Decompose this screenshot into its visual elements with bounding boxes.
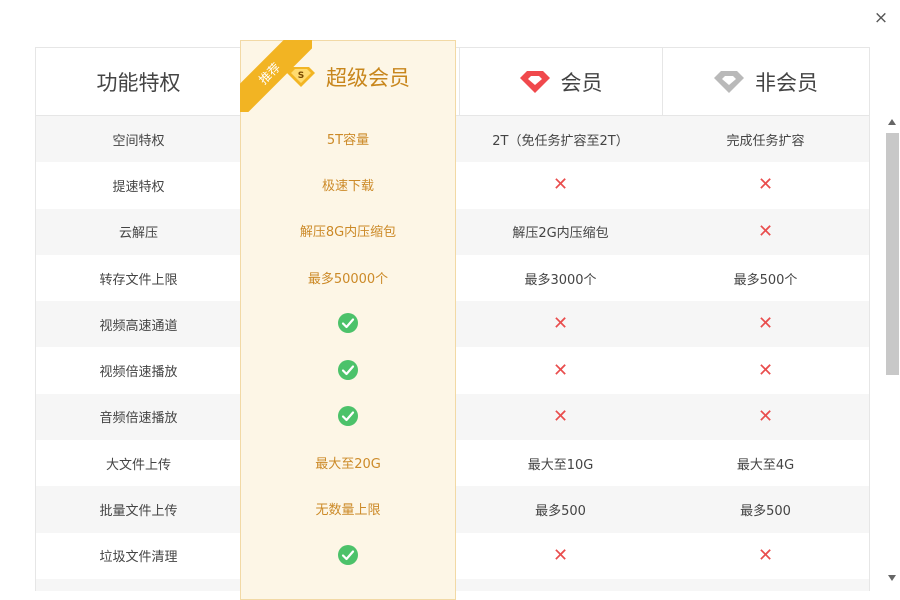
feature-cell: 音频倍速播放 — [99, 411, 178, 427]
non-member-cell: ✕ — [662, 533, 869, 579]
recommend-ribbon-label: 推荐 — [240, 40, 312, 112]
check-circle-icon — [338, 359, 358, 380]
super-cell — [240, 346, 456, 392]
vip-cell: ✕ — [459, 162, 662, 208]
vip-cell: 最多500 — [535, 504, 586, 520]
feature-cell: 批量文件上传 — [99, 504, 178, 520]
header-non-member-label: 非会员 — [755, 70, 818, 95]
vip-cell: 2T（免任务扩容至2T） — [492, 133, 629, 149]
cross-icon: ✕ — [757, 359, 774, 381]
check-circle-icon — [338, 313, 358, 334]
non-member-cell: 最多500 — [740, 504, 791, 520]
gray-gem-icon — [713, 70, 745, 94]
super-cell — [240, 393, 456, 439]
feature-cell: 垃圾文件清理 — [99, 550, 178, 566]
non-member-cell: ✕ — [662, 394, 869, 440]
cross-icon: ✕ — [552, 359, 569, 381]
vip-cell: ✕ — [459, 301, 662, 347]
super-member-cells: 5T容量 极速下载 解压8G内压缩包 最多50000个 最大至20G 无数量上限 — [240, 115, 456, 578]
close-icon[interactable]: × — [872, 8, 890, 28]
super-cell: 最大至20G — [315, 456, 381, 472]
super-cell: 最多50000个 — [307, 271, 389, 287]
cross-icon: ✕ — [552, 313, 569, 335]
feature-cell: 提速特权 — [112, 179, 165, 195]
vip-cell: 最多3000个 — [524, 272, 597, 288]
non-member-cell: 最大至4G — [736, 457, 795, 473]
vip-cell: ✕ — [459, 533, 662, 579]
non-member-cell: 完成任务扩容 — [726, 133, 805, 149]
recommend-ribbon: 推荐 — [240, 40, 312, 112]
feature-cell: 转存文件上限 — [99, 272, 178, 288]
super-cell: 5T容量 — [326, 132, 370, 148]
check-circle-icon — [338, 544, 358, 565]
non-member-cell: ✕ — [662, 162, 869, 208]
feature-cell: 视频高速通道 — [99, 318, 178, 334]
feature-cell: 空间特权 — [112, 133, 165, 149]
scrollbar-thumb[interactable] — [886, 133, 899, 375]
super-cell: 无数量上限 — [315, 503, 381, 519]
non-member-cell: ✕ — [662, 301, 869, 347]
header-non-member: 非会员 — [662, 48, 869, 115]
super-cell: 极速下载 — [321, 178, 374, 194]
check-circle-icon — [338, 405, 358, 426]
cross-icon: ✕ — [757, 174, 774, 196]
scroll-up-arrow-icon[interactable] — [888, 119, 896, 125]
vip-cell: 解压2G内压缩包 — [512, 226, 609, 242]
header-super-member-label: 超级会员 — [326, 66, 410, 90]
header-vip: 会员 — [459, 48, 662, 115]
cross-icon: ✕ — [552, 544, 569, 566]
super-cell — [240, 300, 456, 346]
feature-cell: 云解压 — [118, 226, 158, 242]
non-member-cell: 最多500个 — [733, 272, 798, 288]
vertical-scrollbar[interactable] — [885, 117, 900, 590]
scroll-down-arrow-icon[interactable] — [888, 575, 896, 581]
cross-icon: ✕ — [757, 544, 774, 566]
vip-cell: ✕ — [459, 347, 662, 393]
non-member-cell: ✕ — [662, 209, 869, 255]
cross-icon: ✕ — [757, 220, 774, 242]
header-feature: 功能特权 — [36, 48, 241, 115]
header-feature-label: 功能特权 — [96, 70, 181, 95]
cross-icon: ✕ — [552, 174, 569, 196]
super-cell: 解压8G内压缩包 — [299, 225, 397, 241]
vip-cell: ✕ — [459, 394, 662, 440]
non-member-cell: ✕ — [662, 347, 869, 393]
red-gem-icon — [519, 70, 551, 94]
header-vip-label: 会员 — [560, 70, 603, 95]
feature-cell: 大文件上传 — [105, 457, 171, 473]
super-cell — [240, 532, 456, 578]
vip-cell: 最大至10G — [527, 457, 594, 473]
cross-icon: ✕ — [552, 405, 569, 427]
cross-icon: ✕ — [757, 405, 774, 427]
cross-icon: ✕ — [757, 313, 774, 335]
feature-cell: 视频倍速播放 — [99, 365, 178, 381]
